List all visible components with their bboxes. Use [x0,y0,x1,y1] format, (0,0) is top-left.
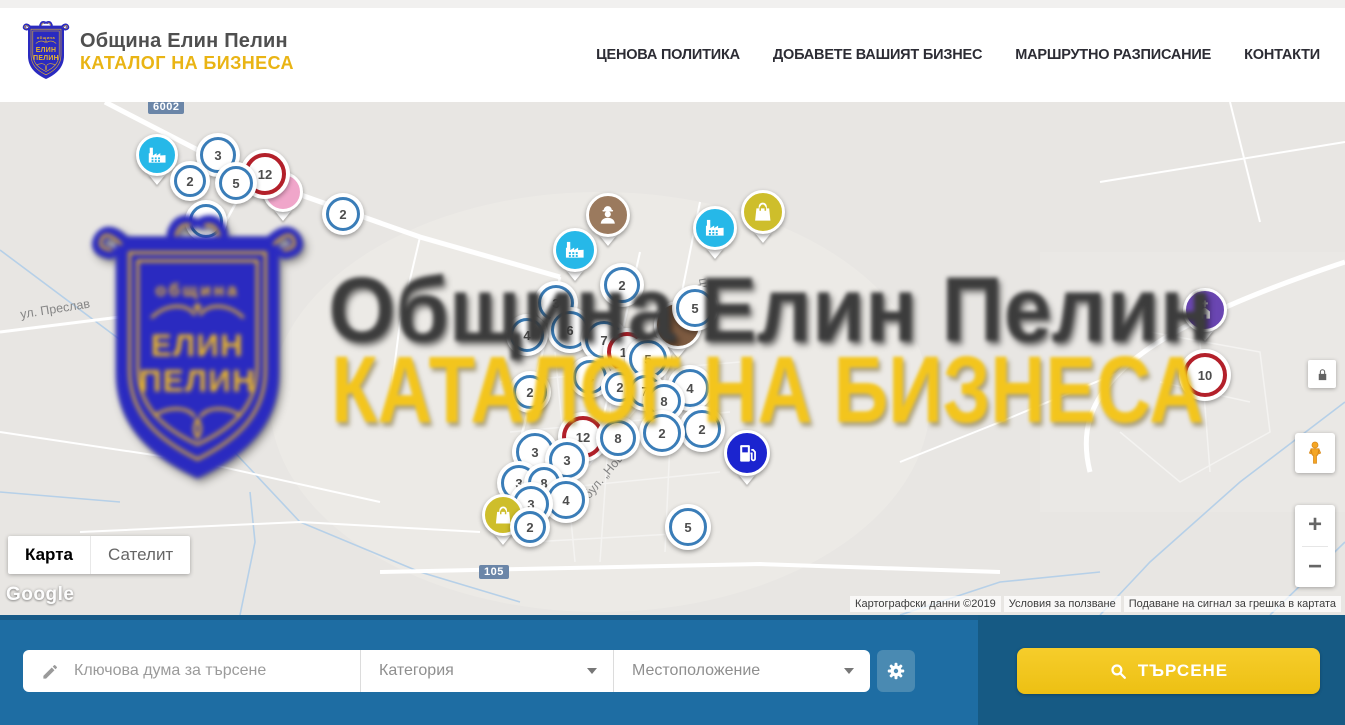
attribution-copyright: Картографски данни ©2019 [850,596,1001,612]
chevron-down-icon [587,668,597,674]
cluster-marker[interactable] [185,200,227,242]
search-bar: Категория Местоположение ТЪРСЕНЕ [0,615,1345,725]
brand[interactable]: община ЕЛИНПЕЛИН Община Елин Пелин КАТАЛО… [22,20,294,84]
cluster-marker[interactable]: 2 [510,507,550,547]
pencil-icon [41,662,60,681]
fuel-icon-marker[interactable] [724,430,770,476]
cluster-marker[interactable]: 2 [600,263,644,307]
cluster-marker[interactable]: 2 [639,410,685,456]
zoom-in-button[interactable]: + [1295,505,1335,546]
cluster-marker[interactable]: 4 [506,314,548,356]
svg-text:ПЕЛИН: ПЕЛИН [33,55,59,62]
map-type-control: Карта Сателит [8,536,190,574]
zoom-out-button[interactable]: − [1295,547,1335,588]
cluster-marker[interactable]: 2 [679,406,725,452]
chevron-down-icon [844,668,854,674]
zoom-control: + − [1295,505,1335,587]
cluster-marker[interactable]: 5 [665,504,711,550]
attribution-terms-link[interactable]: Условия за ползване [1004,596,1121,612]
markers-layer: 312252235647135104247282212833384325 [0,102,1345,615]
google-logo[interactable]: Google [6,584,74,606]
gear-icon [885,660,907,682]
cluster-marker[interactable]: 2 [509,371,551,413]
cluster-marker[interactable]: 10 [1179,349,1231,401]
search-button[interactable]: ТЪРСЕНЕ [1017,648,1320,694]
factory-icon-marker[interactable] [693,206,737,250]
cluster-marker[interactable]: 5 [215,162,257,204]
cluster-marker[interactable]: 2 [322,193,364,235]
attribution-report-link[interactable]: Подаване на сигнал за грешка в картата [1124,596,1341,612]
map-type-satellite-button[interactable]: Сателит [90,536,190,574]
pegman-button[interactable] [1295,433,1335,473]
cluster-marker[interactable]: 2 [170,161,210,201]
brand-subtitle: КАТАЛОГ НА БИЗНЕСА [80,53,294,74]
advanced-settings-button[interactable] [877,650,915,692]
church-icon-marker[interactable] [1183,288,1227,332]
keyword-field[interactable] [23,650,360,692]
search-icon [1109,662,1128,681]
lock-button[interactable] [1308,360,1336,388]
nav-item-pricing[interactable]: ЦЕНОВА ПОЛИТИКА [596,47,740,63]
nav-item-add-business[interactable]: ДОБАВЕТЕ ВАШИЯТ БИЗНЕС [773,47,982,63]
search-button-label: ТЪРСЕНЕ [1138,661,1228,681]
category-select-value: Категория [379,662,454,680]
svg-text:ЕЛИН: ЕЛИН [36,47,57,54]
map-attribution: Картографски данни ©2019 Условия за полз… [850,596,1341,612]
location-select[interactable]: Местоположение [613,650,870,692]
lock-icon [1315,367,1330,382]
keyword-search-input[interactable] [72,661,360,681]
nav-item-contacts[interactable]: КОНТАКТИ [1244,47,1320,63]
category-select[interactable]: Категория [360,650,613,692]
page-top-strip [0,0,1345,8]
shopping-bag-icon-marker[interactable] [741,190,785,234]
nav-item-route-schedule[interactable]: МАРШРУТНО РАЗПИСАНИЕ [1015,47,1211,63]
search-fields: Категория Местоположение [23,650,870,692]
factory-icon-marker[interactable] [553,228,597,272]
main-nav: ЦЕНОВА ПОЛИТИКА ДОБАВЕТЕ ВАШИЯТ БИЗНЕС М… [596,8,1320,102]
svg-text:община: община [37,35,56,40]
municipality-crest-icon: община ЕЛИНПЕЛИН [22,20,70,84]
brand-title: Община Елин Пелин [80,30,294,53]
header: община ЕЛИНПЕЛИН Община Елин Пелин КАТАЛО… [0,8,1345,103]
factory-icon-marker[interactable] [136,134,178,176]
map-type-map-button[interactable]: Карта [8,536,90,574]
location-select-value: Местоположение [632,662,760,680]
pegman-icon [1302,438,1328,468]
map[interactable]: 6002 105 ул. Преслав бул. „Новосел ци 31… [0,102,1345,615]
cluster-marker[interactable]: 5 [672,285,718,331]
cluster-marker[interactable]: 8 [596,416,640,460]
